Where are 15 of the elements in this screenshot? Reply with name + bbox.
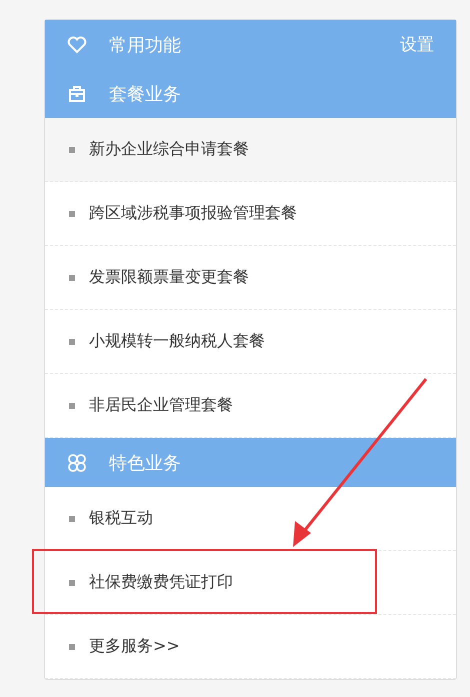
- bullet-icon: [69, 516, 75, 522]
- bullet-icon: [69, 402, 75, 408]
- bullet-icon: [69, 338, 75, 344]
- section-title: 特色业务: [109, 452, 182, 474]
- bullet-icon: [69, 644, 75, 650]
- bullet-icon: [69, 146, 75, 152]
- menu-item[interactable]: 新办企业综合申请套餐: [45, 118, 456, 182]
- bullet-icon: [69, 580, 75, 586]
- heart-icon: [67, 36, 87, 54]
- section-title: 套餐业务: [109, 82, 182, 106]
- clover-icon: [67, 452, 87, 472]
- section-title: 常用功能: [109, 34, 182, 56]
- bullet-icon: [69, 274, 75, 280]
- briefcase-icon: [67, 84, 87, 102]
- bullet-icon: [69, 210, 75, 216]
